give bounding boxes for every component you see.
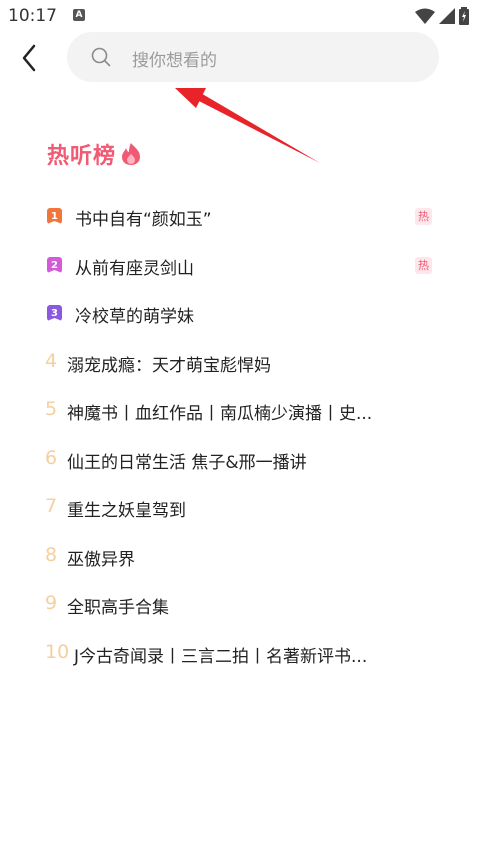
item-title: 神魔书丨血红作品丨南瓜楠少演播丨史... <box>67 404 373 424</box>
item-title: 仙王的日常生活 焦子&邢一播讲 <box>67 453 307 473</box>
list-item[interactable]: 7 重生之妖皇驾到 <box>0 484 479 532</box>
rank-number: 3 <box>51 308 58 319</box>
search-icon <box>91 47 111 67</box>
rank-badge-icon: 3 <box>47 305 62 321</box>
list-item[interactable]: 10 J今古奇闻录丨三言二拍丨名著新评书... <box>0 630 479 678</box>
back-button[interactable] <box>14 42 46 74</box>
hot-badge: 热 <box>415 208 432 225</box>
rank-badge-icon: 2 <box>47 257 62 273</box>
item-title: 溺宠成瘾：天才萌宝彪悍妈 <box>67 356 271 376</box>
rank-number: 6 <box>45 447 58 469</box>
battery-icon <box>459 7 469 25</box>
rank-number: 10 <box>45 641 70 663</box>
item-title: J今古奇闻录丨三言二拍丨名著新评书... <box>74 647 368 667</box>
rank-number: 8 <box>45 544 58 566</box>
item-title: 从前有座灵剑山 <box>75 259 194 279</box>
status-icons <box>415 7 469 25</box>
item-title: 冷校草的萌学妹 <box>75 307 194 327</box>
list-item[interactable]: 2 从前有座灵剑山 热 <box>0 242 479 290</box>
chevron-left-icon <box>22 44 36 72</box>
list-item[interactable]: 8 巫傲异界 <box>0 533 479 581</box>
fire-icon <box>122 143 141 165</box>
rank-number: 5 <box>45 398 58 420</box>
list-item[interactable]: 6 仙王的日常生活 焦子&邢一播讲 <box>0 436 479 484</box>
rank-badge-icon: 1 <box>47 208 62 224</box>
wifi-icon <box>415 8 435 24</box>
list-item[interactable]: 4 溺宠成瘾：天才萌宝彪悍妈 <box>0 339 479 387</box>
signal-icon <box>439 8 455 24</box>
item-title: 全职高手合集 <box>67 598 169 618</box>
item-title: 书中自有“颜如玉” <box>75 210 212 230</box>
section-title-text: 热听榜 <box>47 144 117 169</box>
notification-a-icon: A <box>73 9 85 21</box>
rank-number: 4 <box>45 350 58 372</box>
search-placeholder: 搜你想看的 <box>132 51 217 71</box>
list-item[interactable]: 5 神魔书丨血红作品丨南瓜楠少演播丨史... <box>0 387 479 435</box>
item-title: 重生之妖皇驾到 <box>67 501 186 521</box>
rank-number: 9 <box>45 592 58 614</box>
item-title: 巫傲异界 <box>67 550 135 570</box>
list-item[interactable]: 9 全职高手合集 <box>0 581 479 629</box>
hot-list-title: 热听榜 <box>47 138 142 170</box>
list-item[interactable]: 1 书中自有“颜如玉” 热 <box>0 193 479 241</box>
list-item[interactable]: 3 冷校草的萌学妹 <box>0 290 479 338</box>
hot-badge: 热 <box>415 257 432 274</box>
search-input[interactable]: 搜你想看的 <box>67 32 439 82</box>
rank-number: 1 <box>51 211 58 222</box>
status-time: 10:17 <box>8 6 57 26</box>
rank-number: 7 <box>45 495 58 517</box>
status-bar: 10:17 A <box>0 0 479 32</box>
rank-number: 2 <box>51 260 58 271</box>
